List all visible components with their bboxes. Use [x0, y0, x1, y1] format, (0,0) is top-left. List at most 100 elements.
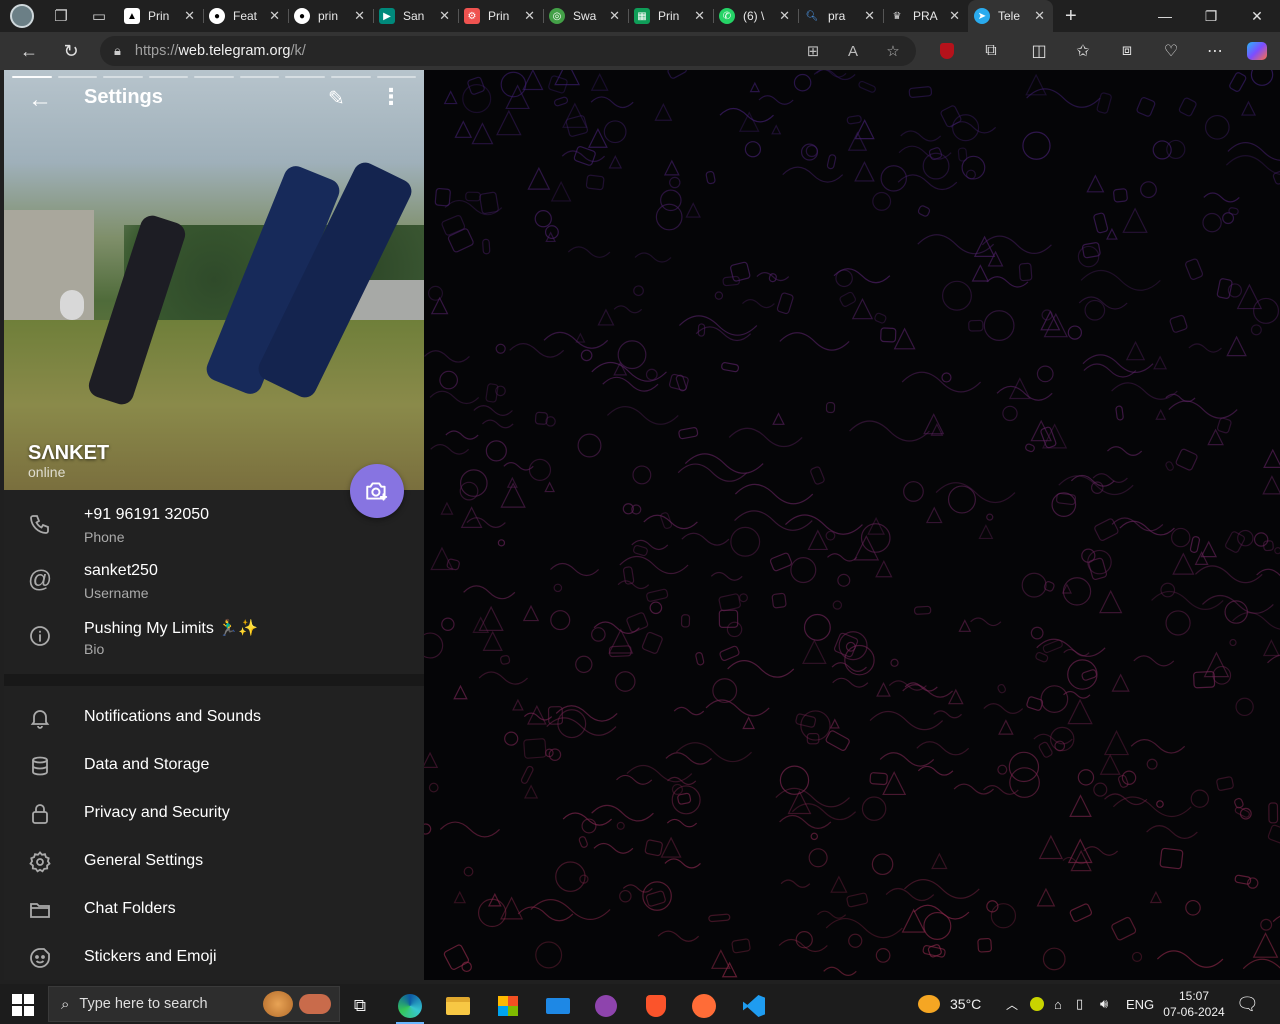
edit-pencil-icon[interactable]: ✎ [328, 86, 345, 111]
username-row[interactable]: @ sanket250 Username [4, 556, 424, 612]
back-button[interactable]: ← [12, 36, 46, 66]
menu-privacy-security[interactable]: Privacy and Security [4, 790, 424, 838]
ublock-icon[interactable] [932, 36, 962, 66]
input-language[interactable]: ENG [1126, 984, 1154, 1024]
workspaces-icon[interactable]: ❐ [48, 3, 74, 29]
browser-tab[interactable]: ▶ San ✕ [373, 0, 458, 32]
show-hidden-icons-chevron[interactable]: ︿ [1006, 984, 1018, 1024]
doodle-shape [1080, 269, 1161, 291]
favorites-icon[interactable]: ✩ [1068, 36, 1098, 66]
menu-general-settings[interactable]: General Settings [4, 838, 424, 886]
close-icon[interactable]: ✕ [184, 8, 195, 24]
doodle-shape [1084, 299, 1106, 321]
browser-tab[interactable]: ● Feat ✕ [203, 0, 288, 32]
profile-cover-photo[interactable]: ← Settings ✎ ⋮ SΛNKET online [4, 70, 424, 490]
more-vertical-icon[interactable]: ⋮ [380, 84, 402, 110]
doodle-shape [772, 412, 785, 425]
doodle-shape [808, 848, 828, 868]
browser-tab[interactable]: ♛ PRA ✕ [883, 0, 968, 32]
doodle-shape [1237, 529, 1254, 547]
doodle-shape [1088, 557, 1108, 581]
performance-icon[interactable]: ♡ [1156, 36, 1186, 66]
tab-actions-icon[interactable]: ▭ [86, 3, 112, 29]
browser-tab[interactable]: ⚙ Prin ✕ [458, 0, 543, 32]
doodle-shape [550, 562, 600, 577]
microsoft-store-icon[interactable] [488, 988, 528, 1024]
browser-tab[interactable]: 🔍︎ pra ✕ [798, 0, 883, 32]
close-icon[interactable]: ✕ [439, 8, 450, 24]
doodle-shape [871, 853, 894, 876]
edge-icon[interactable] [390, 988, 430, 1024]
photo-spectator [60, 290, 84, 320]
browser-tab[interactable]: ✆ (6) \ ✕ [713, 0, 798, 32]
menu-chat-folders[interactable]: Chat Folders [4, 886, 424, 934]
doodle-shape [462, 84, 492, 114]
mail-icon[interactable] [538, 988, 578, 1024]
profile-avatar[interactable] [10, 4, 34, 28]
tray-app-icon[interactable] [1030, 984, 1044, 1024]
doodle-shape [590, 72, 609, 91]
browser-tab[interactable]: ▦ Prin ✕ [628, 0, 713, 32]
phone-row[interactable]: +91 96191 32050 Phone [4, 500, 424, 556]
weather-widget[interactable]: 35°C [918, 984, 981, 1024]
close-icon[interactable]: ✕ [949, 8, 960, 24]
close-icon[interactable]: ✕ [779, 8, 790, 24]
postman-icon[interactable] [684, 988, 724, 1024]
menu-stickers-emoji[interactable]: Stickers and Emoji [4, 934, 424, 980]
task-view-icon[interactable]: ⧉ [340, 988, 380, 1024]
doodle-shape [779, 332, 850, 351]
close-icon[interactable]: ✕ [609, 8, 620, 24]
doodle-shape [730, 261, 751, 282]
battery-icon[interactable]: ▯ [1076, 984, 1083, 1024]
address-bar[interactable]: 🔒︎ https://web.telegram.org/k/ ⊞ A ☆ [100, 36, 916, 66]
doodle-shape [1038, 834, 1064, 860]
windows-start-icon[interactable] [12, 994, 34, 1016]
app-available-icon[interactable]: ⊞ [798, 36, 828, 66]
settings-header: ← Settings ✎ ⋮ [4, 82, 424, 114]
volume-icon[interactable]: 🔊︎ [1100, 984, 1108, 1024]
brave-icon[interactable] [636, 988, 676, 1024]
copilot-icon[interactable] [1242, 36, 1272, 66]
network-icon[interactable]: ⌂ [1054, 984, 1062, 1024]
favorite-star-icon[interactable]: ☆ [878, 36, 908, 66]
doodle-shape [1272, 915, 1280, 922]
new-tab-button[interactable]: + [1065, 5, 1077, 28]
doodle-shape [730, 526, 761, 557]
more-menu-icon[interactable]: ⋯ [1200, 36, 1230, 66]
close-icon[interactable]: ✕ [1034, 8, 1045, 24]
clock[interactable]: 15:07 07-06-2024 [1162, 984, 1226, 1024]
file-explorer-icon[interactable] [438, 988, 478, 1024]
refresh-button[interactable]: ↻ [54, 36, 88, 66]
notifications-icon[interactable]: 🗨︎ [1236, 984, 1259, 1024]
split-screen-icon[interactable]: ◫ [1024, 36, 1054, 66]
browser-tab[interactable]: ▲ Prin ✕ [118, 0, 203, 32]
vscode-icon[interactable] [734, 988, 774, 1024]
browser-tab-active[interactable]: ➤ Tele ✕ [968, 0, 1053, 32]
bio-row[interactable]: Pushing My Limits 🏃‍♂️✨ Bio [4, 612, 424, 668]
menu-data-storage[interactable]: Data and Storage [4, 742, 424, 790]
close-icon[interactable]: ✕ [524, 8, 535, 24]
collections-icon[interactable]: ⧈ [1112, 36, 1142, 66]
extensions-icon[interactable]: ⧉ [976, 36, 1006, 66]
github-desktop-icon[interactable] [586, 988, 626, 1024]
browser-tab[interactable]: ◎ Swa ✕ [543, 0, 628, 32]
restore-button[interactable]: ❐ [1188, 0, 1234, 32]
close-window-button[interactable]: ✕ [1234, 0, 1280, 32]
doodle-shape [983, 310, 1015, 341]
doodle-shape [1035, 651, 1049, 663]
doodle-shape [916, 741, 970, 756]
close-icon[interactable]: ✕ [864, 8, 875, 24]
close-icon[interactable]: ✕ [694, 8, 705, 24]
back-arrow-icon[interactable]: ← [28, 86, 52, 114]
doodle-shape [1062, 577, 1092, 606]
lock-icon[interactable]: 🔒︎ [114, 43, 121, 59]
taskbar-search-box[interactable]: ⌕ Type here to search [48, 986, 340, 1022]
doodle-shape [434, 187, 451, 207]
minimize-button[interactable]: — [1142, 0, 1188, 32]
doodle-shape [1202, 594, 1274, 614]
browser-tab[interactable]: ● prin ✕ [288, 0, 373, 32]
close-icon[interactable]: ✕ [269, 8, 280, 24]
menu-notifications[interactable]: Notifications and Sounds [4, 694, 424, 742]
read-aloud-icon[interactable]: A [838, 36, 868, 66]
close-icon[interactable]: ✕ [354, 8, 365, 24]
